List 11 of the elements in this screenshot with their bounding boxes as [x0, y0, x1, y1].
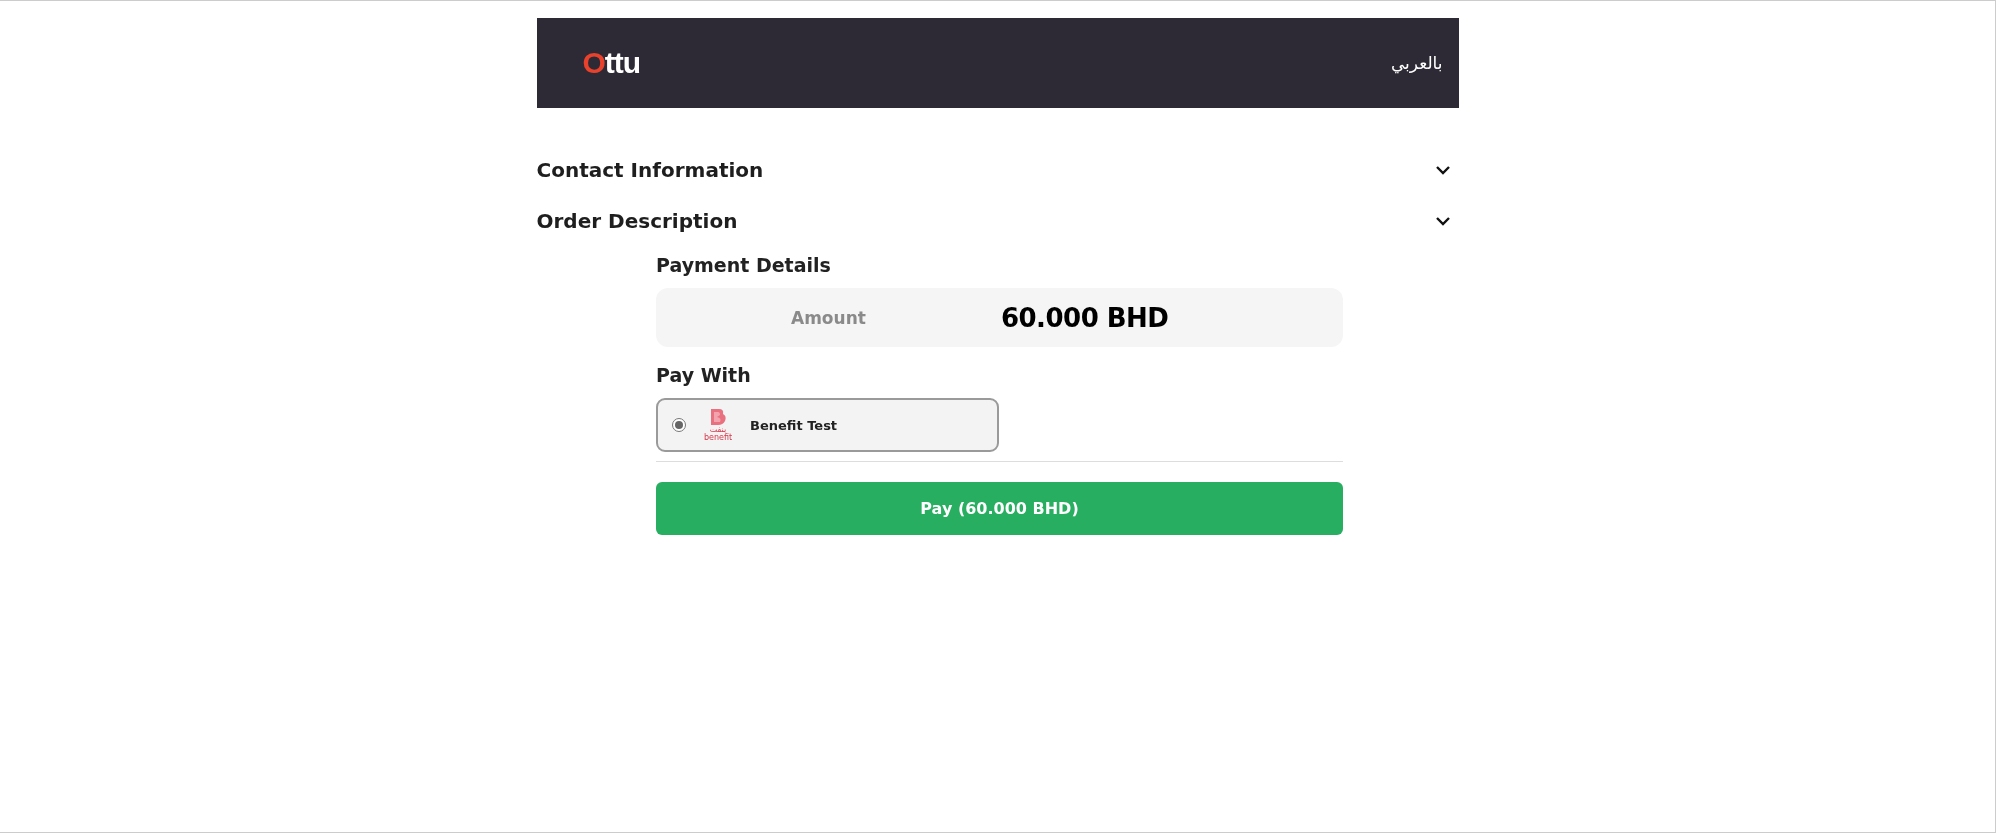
section-title[interactable]: Contact Information — [536, 157, 764, 182]
pay-with-heading: Pay With — [656, 364, 751, 386]
radio-button[interactable] — [672, 418, 686, 432]
amount-label: Amount — [791, 307, 866, 328]
section-title[interactable]: Order Description — [536, 208, 738, 233]
chevron-icon — [1434, 164, 1451, 175]
chevron-icon — [1434, 215, 1451, 226]
payment-details-heading: Payment Details — [656, 254, 832, 276]
language-link[interactable]: بالعربي — [1390, 53, 1443, 73]
amount-value: 60.000 BHD — [1000, 302, 1169, 333]
logo: Ottu — [582, 46, 641, 80]
